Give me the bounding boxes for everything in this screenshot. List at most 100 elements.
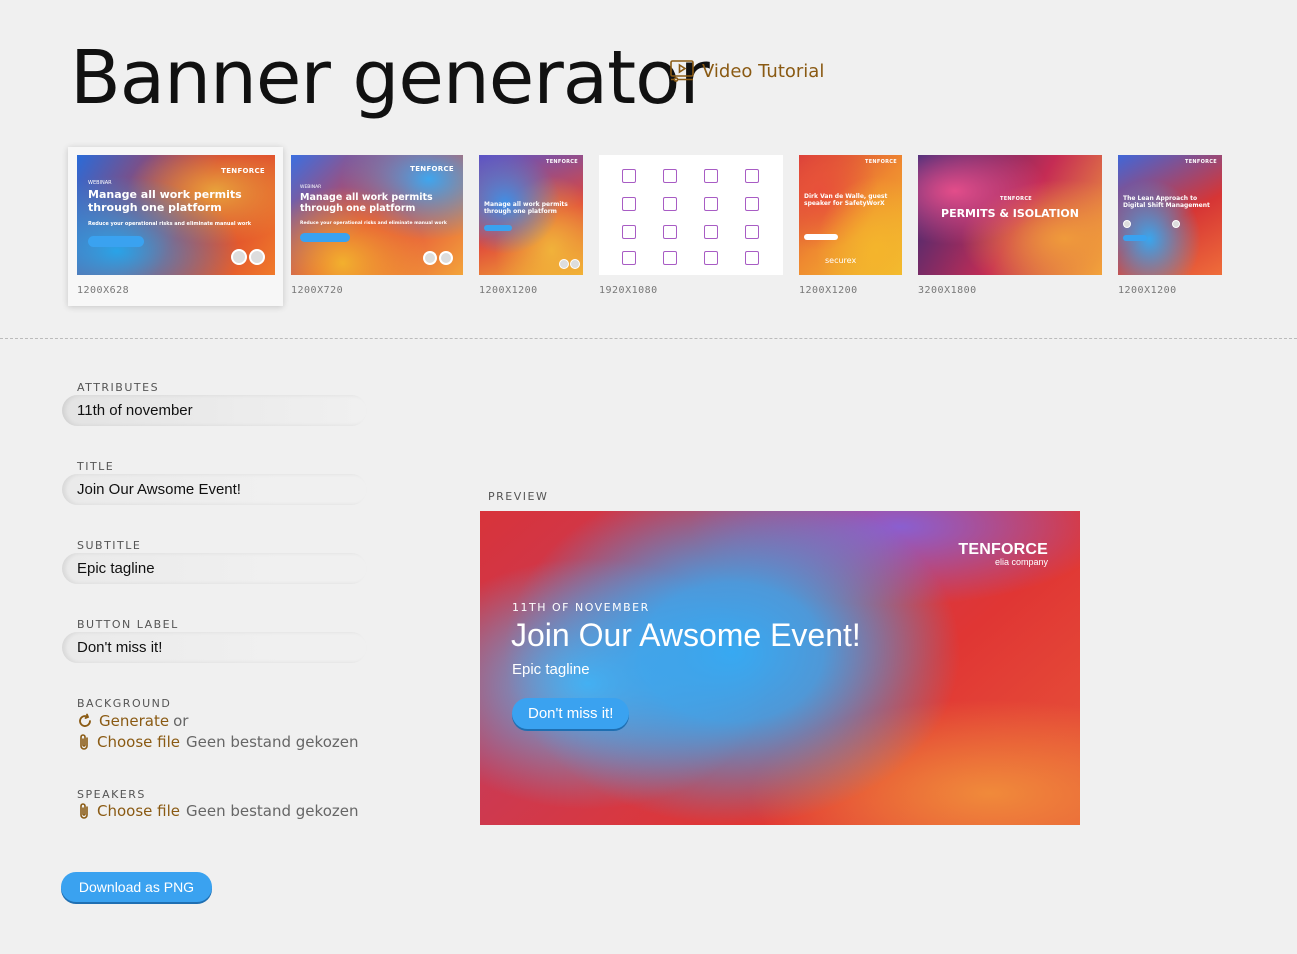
video-tutorial-label: Video Tutorial — [702, 60, 825, 82]
template-logo: TENFORCE — [545, 159, 578, 165]
template-button — [484, 225, 512, 231]
template-thumbnail: TENFORCE WEBINAR Manage all work permits… — [291, 155, 463, 275]
title-value: Join Our Awsome Event! — [77, 481, 241, 498]
title-label: TITLE — [77, 460, 115, 473]
template-button — [88, 236, 144, 247]
template-sub: Reduce your operational risks and elimin… — [88, 221, 252, 227]
speakers-file-row: Choose file Geen bestand gekozen — [77, 802, 358, 820]
attributes-label: ATTRIBUTES — [77, 381, 160, 394]
module-icon — [663, 197, 677, 211]
template-1200x1200-b[interactable]: TENFORCE Dirk Van de Walle, guest speake… — [799, 147, 902, 306]
template-size: 1200X628 — [77, 285, 130, 296]
background-choose-file-button[interactable]: Choose file — [97, 733, 180, 751]
template-logo: TENFORCE — [1000, 196, 1033, 202]
template-footer-logo: securex — [825, 256, 857, 265]
template-headline: Dirk Van de Walle, guest speaker for Saf… — [804, 193, 888, 208]
speaker-avatar — [1172, 220, 1180, 228]
speakers-choose-file-button[interactable]: Choose file — [97, 802, 180, 820]
template-size: 1200X1200 — [479, 285, 538, 296]
module-icon — [704, 225, 718, 239]
template-1200x1200-c[interactable]: TENFORCE The Lean Approach to Digital Sh… — [1118, 147, 1222, 306]
template-kicker: WEBINAR — [300, 185, 322, 190]
template-size: 1200X1200 — [799, 285, 858, 296]
template-3200x1800[interactable]: TENFORCE PERMITS & ISOLATION 3200X1800 — [918, 147, 1102, 306]
module-icon — [704, 251, 718, 265]
preview-title: Join Our Awsome Event! — [511, 617, 861, 653]
speaker-avatar — [1123, 220, 1131, 228]
module-icon — [704, 197, 718, 211]
module-icon — [745, 169, 759, 183]
module-icon — [622, 251, 636, 265]
page-title: Banner generator — [70, 35, 710, 121]
template-button — [804, 234, 838, 240]
attributes-value: 11th of november — [77, 402, 193, 419]
template-size: 1200X720 — [291, 285, 344, 296]
template-thumbnail — [599, 155, 783, 275]
banner-preview: TENFORCE elia company 11TH OF NOVEMBER J… — [480, 511, 1080, 825]
video-icon — [670, 60, 694, 82]
template-headline: Manage all work permits through one plat… — [300, 192, 433, 215]
speakers-no-file-text: Geen bestand gekozen — [186, 802, 359, 820]
template-headline: The Lean Approach to Digital Shift Manag… — [1123, 195, 1210, 210]
module-icon — [745, 251, 759, 265]
template-1200x720[interactable]: TENFORCE WEBINAR Manage all work permits… — [291, 147, 463, 306]
template-thumbnail: TENFORCE PERMITS & ISOLATION — [918, 155, 1102, 275]
module-icon — [663, 225, 677, 239]
speaker-avatar — [439, 251, 453, 265]
template-button — [1123, 235, 1147, 241]
template-sub: Reduce your operational risks and elimin… — [300, 221, 447, 226]
template-1200x1200-a[interactable]: TENFORCE Manage all work permits through… — [479, 147, 583, 306]
template-gallery: TENFORCE WEBINAR Manage all work permits… — [0, 147, 1297, 307]
title-input[interactable]: Join Our Awsome Event! — [62, 474, 367, 505]
button-label-value: Don't miss it! — [77, 639, 163, 656]
template-size: 1200X1200 — [1118, 285, 1177, 296]
module-icon — [663, 251, 677, 265]
refresh-icon — [77, 713, 93, 729]
template-logo: TENFORCE — [864, 159, 897, 165]
template-size: 1920X1080 — [599, 285, 658, 296]
paperclip-icon — [77, 802, 91, 820]
background-file-row: Choose file Geen bestand gekozen — [77, 733, 358, 751]
template-headline: PERMITS & ISOLATION — [941, 207, 1079, 220]
speaker-avatar — [423, 251, 437, 265]
tenforce-logo: TENFORCE elia company — [958, 541, 1048, 567]
button-label-label: BUTTON LABEL — [77, 618, 179, 631]
module-icon — [622, 169, 636, 183]
attributes-input[interactable]: 11th of november — [62, 395, 367, 426]
speaker-avatar — [559, 259, 569, 269]
template-logo: TENFORCE — [221, 167, 265, 175]
video-tutorial-link[interactable]: Video Tutorial — [670, 60, 824, 82]
module-icon — [622, 197, 636, 211]
background-no-file-text: Geen bestand gekozen — [186, 733, 359, 751]
template-headline: Manage all work permits through one plat… — [484, 201, 568, 216]
template-logo: TENFORCE — [1184, 159, 1217, 165]
paperclip-icon — [77, 733, 91, 751]
speaker-avatar — [249, 249, 265, 265]
or-text: or — [173, 712, 189, 730]
template-logo: TENFORCE — [410, 165, 454, 173]
module-icon — [745, 197, 759, 211]
background-generate-row: Generate or — [77, 712, 188, 730]
subtitle-input[interactable]: Epic tagline — [62, 553, 367, 584]
section-divider — [0, 338, 1297, 339]
speakers-label: SPEAKERS — [77, 788, 146, 801]
generate-background-link[interactable]: Generate — [99, 712, 169, 730]
download-png-button[interactable]: Download as PNG — [61, 872, 212, 902]
button-label-input[interactable]: Don't miss it! — [62, 632, 367, 663]
template-size: 3200X1800 — [918, 285, 977, 296]
subtitle-label: SUBTITLE — [77, 539, 142, 552]
preview-cta-button[interactable]: Don't miss it! — [512, 698, 630, 729]
speaker-avatar — [231, 249, 247, 265]
template-thumbnail: TENFORCE WEBINAR Manage all work permits… — [77, 155, 275, 275]
template-kicker: WEBINAR — [88, 180, 112, 186]
template-1920x1080[interactable]: 1920X1080 — [599, 147, 783, 306]
speaker-avatar — [570, 259, 580, 269]
template-button — [300, 233, 350, 242]
preview-attribute: 11TH OF NOVEMBER — [512, 601, 650, 614]
template-thumbnail: TENFORCE The Lean Approach to Digital Sh… — [1118, 155, 1222, 275]
preview-label: PREVIEW — [488, 490, 549, 503]
module-icon — [663, 169, 677, 183]
template-1200x628[interactable]: TENFORCE WEBINAR Manage all work permits… — [68, 147, 283, 306]
module-icon — [745, 225, 759, 239]
subtitle-value: Epic tagline — [77, 560, 155, 577]
